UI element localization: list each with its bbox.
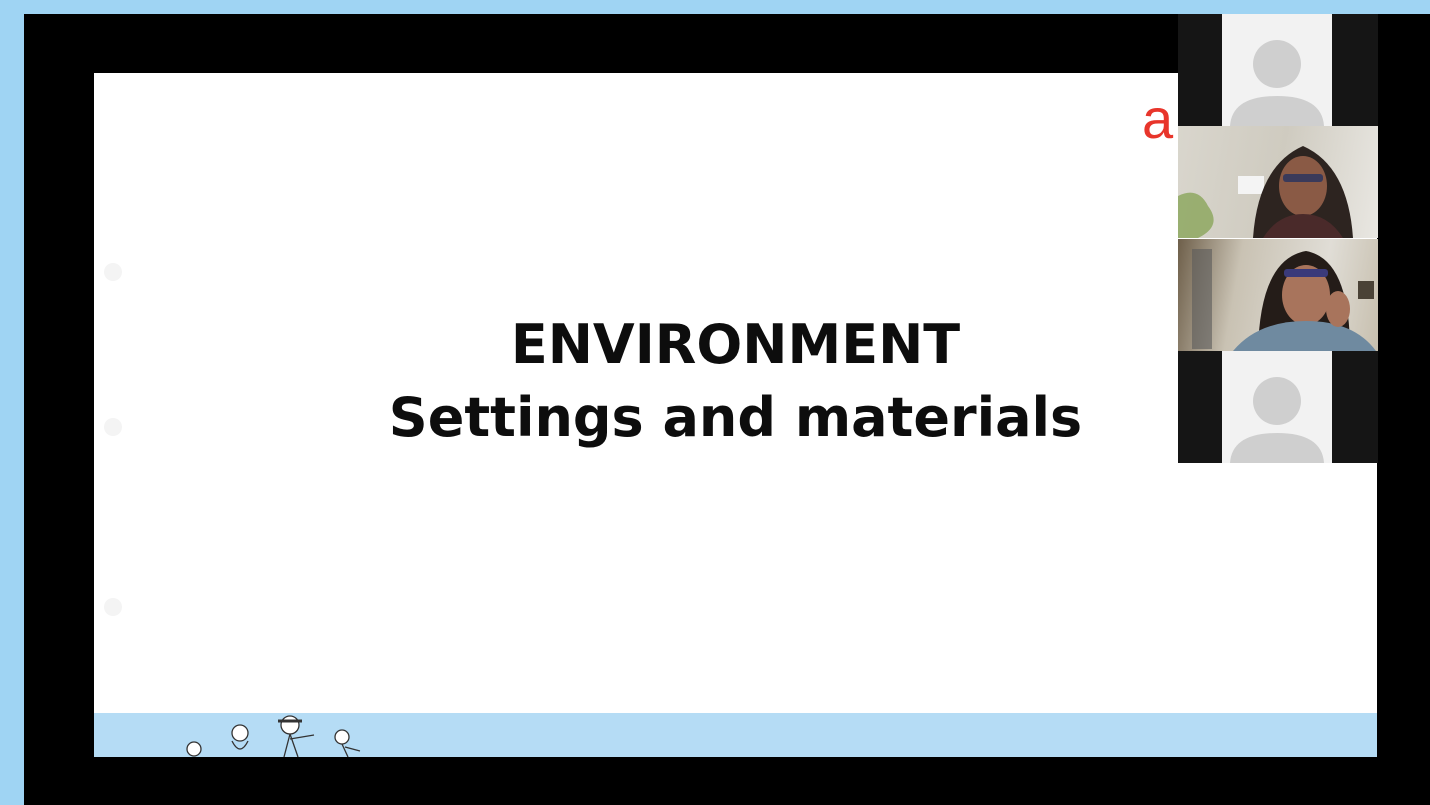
faint-mark [104, 598, 122, 616]
participant-video-frame [1178, 146, 1353, 238]
participant-video-tile[interactable] [1178, 239, 1378, 351]
participant-gallery [1178, 14, 1378, 463]
brand-logo-fragment: a [1142, 87, 1174, 150]
participant-video-tile[interactable] [1178, 126, 1378, 238]
faint-mark [104, 263, 122, 281]
user-avatar-icon [1230, 40, 1324, 126]
kids-doodle-illustration [186, 715, 361, 757]
meeting-stage: a ENVIRONMENT Settings and materials [24, 14, 1430, 805]
participant-video-frame [1192, 249, 1376, 351]
participant-tile[interactable] [1178, 14, 1378, 126]
user-avatar-icon [1230, 377, 1324, 463]
participant-tile[interactable] [1178, 351, 1378, 463]
